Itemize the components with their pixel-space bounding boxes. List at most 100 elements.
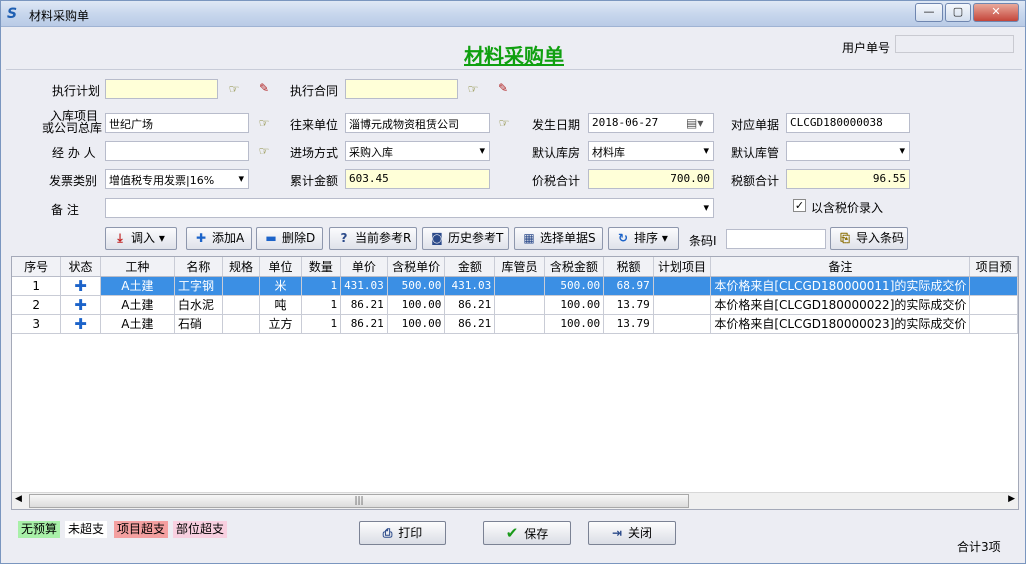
col-header[interactable]: 计划项目	[653, 257, 712, 277]
cell-amount[interactable]: 86.21	[444, 295, 496, 315]
col-header[interactable]: 含税单价	[387, 257, 446, 277]
cell-tax-price[interactable]: 500.00	[387, 276, 446, 296]
cell-no[interactable]: 2	[12, 295, 62, 315]
pick-hand-icon[interactable]: ☞	[256, 144, 272, 158]
col-header[interactable]: 状态	[60, 257, 101, 277]
col-header[interactable]: 单位	[259, 257, 302, 277]
pencil-icon[interactable]: ✎	[495, 81, 511, 95]
calendar-dropdown-icon[interactable]: ▤▾	[686, 116, 703, 130]
cell-unit[interactable]: 吨	[259, 295, 302, 315]
scroll-thumb[interactable]: |||	[29, 494, 689, 508]
handler-field[interactable]	[105, 141, 249, 161]
cell-unit[interactable]: 立方	[259, 314, 302, 334]
cell-no[interactable]: 3	[12, 314, 62, 334]
save-button[interactable]: ✔ 保存	[483, 521, 571, 545]
pick-hand-icon[interactable]: ☞	[256, 116, 272, 130]
cell-no[interactable]: 1	[12, 276, 62, 296]
close-window-button[interactable]: ✕	[973, 3, 1019, 22]
cell-status[interactable]: ✚	[60, 314, 101, 334]
col-header[interactable]: 数量	[301, 257, 342, 277]
pick-hand-icon[interactable]: ☞	[465, 82, 481, 96]
maximize-button[interactable]: ▢	[945, 3, 971, 22]
delete-button[interactable]: ▬ 删除D	[256, 227, 323, 250]
cell-qty[interactable]: 1	[301, 295, 342, 315]
cell-tax-price[interactable]: 100.00	[387, 314, 446, 334]
col-header[interactable]: 税额	[603, 257, 654, 277]
cell-qty[interactable]: 1	[301, 276, 342, 296]
remark-select[interactable]	[105, 198, 714, 218]
cell-spec[interactable]	[222, 295, 261, 315]
plan-field[interactable]	[105, 79, 218, 99]
cell-plan[interactable]	[653, 314, 712, 334]
table-row[interactable]: 2 ✚ A土建 白水泥 吨 1 86.21 100.00 86.21 100.0…	[12, 295, 1018, 315]
col-header[interactable]: 含税金额	[544, 257, 605, 277]
cell-amount[interactable]: 86.21	[444, 314, 496, 334]
cell-name[interactable]: 石硝	[174, 314, 223, 334]
sort-dropdown-button[interactable]: ↻ 排序 ▾	[608, 227, 679, 250]
invoice-type-select[interactable]: 增值税专用发票|16%	[105, 169, 249, 189]
col-header[interactable]: 序号	[12, 257, 62, 277]
col-header[interactable]: 库管员	[494, 257, 545, 277]
cell-remark[interactable]: 本价格来自[CLCGD180000022]的实际成交价	[710, 295, 971, 315]
print-button[interactable]: ⎙ 打印	[359, 521, 446, 545]
cell-remark[interactable]: 本价格来自[CLCGD180000011]的实际成交价	[710, 276, 971, 296]
title-bar[interactable]: S 材料采购单 — ▢ ✕	[1, 1, 1025, 27]
pencil-icon[interactable]: ✎	[256, 81, 272, 95]
tax-included-checkbox[interactable]: ✓	[793, 199, 806, 212]
import-dropdown-button[interactable]: ⤓ 调入 ▾	[105, 227, 177, 250]
col-header[interactable]: 金额	[444, 257, 496, 277]
add-button[interactable]: ✚ 添加A	[186, 227, 252, 250]
cell-price[interactable]: 86.21	[340, 314, 388, 334]
cell-trade[interactable]: A土建	[100, 295, 176, 315]
scroll-left-icon[interactable]: ◀	[15, 494, 22, 504]
cell-amount[interactable]: 431.03	[444, 276, 496, 296]
col-header[interactable]: 名称	[174, 257, 223, 277]
cell-name[interactable]: 工字钢	[174, 276, 223, 296]
cell-tax-price[interactable]: 100.00	[387, 295, 446, 315]
cell-budget[interactable]	[969, 295, 1018, 315]
cell-keeper[interactable]	[494, 314, 545, 334]
col-header[interactable]: 备注	[710, 257, 971, 277]
history-ref-button[interactable]: ◙ 历史参考T	[422, 227, 509, 250]
col-header[interactable]: 工种	[100, 257, 176, 277]
select-doc-button[interactable]: ▦ 选择单据S	[514, 227, 603, 250]
cell-budget[interactable]	[969, 276, 1018, 296]
cell-keeper[interactable]	[494, 295, 545, 315]
current-ref-button[interactable]: ? 当前参考R	[329, 227, 417, 250]
default-store-select[interactable]: 材料库	[588, 141, 714, 161]
ref-no-field[interactable]: CLCGD180000038	[786, 113, 910, 133]
col-header[interactable]: 规格	[222, 257, 261, 277]
col-header[interactable]: 项目预	[969, 257, 1018, 277]
import-barcode-button[interactable]: ⎘ 导入条码	[830, 227, 908, 250]
cell-plan[interactable]	[653, 276, 712, 296]
default-keeper-select[interactable]	[786, 141, 910, 161]
cell-price[interactable]: 431.03	[340, 276, 388, 296]
pick-hand-icon[interactable]: ☞	[226, 82, 242, 96]
close-button[interactable]: ⇥ 关闭	[588, 521, 676, 545]
cell-tax-amount[interactable]: 100.00	[544, 314, 605, 334]
cell-trade[interactable]: A土建	[100, 314, 176, 334]
partner-field[interactable]: 淄博元成物资租赁公司	[345, 113, 490, 133]
cell-status[interactable]: ✚	[60, 295, 101, 315]
cell-qty[interactable]: 1	[301, 314, 342, 334]
cell-trade[interactable]: A土建	[100, 276, 176, 296]
cell-tax[interactable]: 13.79	[603, 314, 654, 334]
contract-field[interactable]	[345, 79, 458, 99]
cell-price[interactable]: 86.21	[340, 295, 388, 315]
table-row[interactable]: 1 ✚ A土建 工字钢 米 1 431.03 500.00 431.03 500…	[12, 276, 1018, 296]
cell-spec[interactable]	[222, 314, 261, 334]
cell-tax-amount[interactable]: 500.00	[544, 276, 605, 296]
cell-tax-amount[interactable]: 100.00	[544, 295, 605, 315]
table-row[interactable]: 3 ✚ A土建 石硝 立方 1 86.21 100.00 86.21 100.0…	[12, 314, 1018, 334]
entry-mode-select[interactable]: 采购入库	[345, 141, 490, 161]
col-header[interactable]: 单价	[340, 257, 388, 277]
user-no-field[interactable]	[895, 35, 1014, 53]
horizontal-scrollbar[interactable]: ◀ ||| ▶	[12, 492, 1018, 509]
cell-tax[interactable]: 13.79	[603, 295, 654, 315]
pick-hand-icon[interactable]: ☞	[496, 116, 512, 130]
items-grid[interactable]: 序号 状态 工种 名称 规格 单位 数量 单价 含税单价 金额 库管员 含税金额…	[11, 256, 1019, 510]
barcode-input[interactable]	[726, 229, 826, 249]
cell-name[interactable]: 白水泥	[174, 295, 223, 315]
cell-spec[interactable]	[222, 276, 261, 296]
cell-status[interactable]: ✚	[60, 276, 101, 296]
